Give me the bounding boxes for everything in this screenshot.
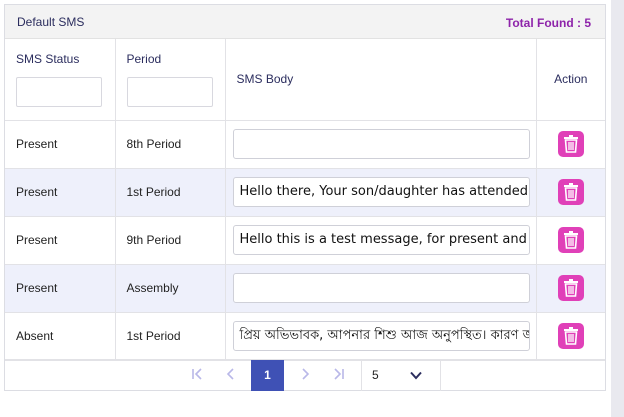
sms-body-input[interactable] bbox=[232, 273, 530, 303]
header-label: SMS Body bbox=[236, 72, 294, 87]
period-cell: 1st Period bbox=[115, 312, 226, 361]
delete-button[interactable] bbox=[557, 131, 584, 157]
status-cell: Present bbox=[5, 216, 116, 265]
last-page-button[interactable] bbox=[323, 360, 355, 391]
next-page-button[interactable] bbox=[289, 360, 321, 391]
chevron-right-icon bbox=[302, 368, 310, 380]
sms-table: SMS Status Period SMS Body Action Presen… bbox=[5, 39, 605, 361]
first-page-icon bbox=[192, 368, 202, 380]
trash-icon bbox=[563, 327, 578, 345]
delete-button[interactable] bbox=[557, 227, 584, 253]
header-period: Period bbox=[115, 39, 226, 121]
page-button-current[interactable]: 1 bbox=[251, 360, 284, 391]
page-size-value: 5 bbox=[372, 368, 379, 382]
scrollbar-track[interactable] bbox=[611, 0, 624, 417]
chevron-down-icon bbox=[410, 371, 422, 380]
pagination: 1 5 bbox=[5, 359, 605, 391]
sms-body-input[interactable]: Hello there, Your son/daughter has atten… bbox=[232, 177, 530, 207]
header-label: Action bbox=[554, 72, 588, 87]
trash-icon bbox=[563, 183, 578, 201]
trash-icon bbox=[563, 279, 578, 297]
delete-button[interactable] bbox=[557, 275, 584, 301]
table-row: Present 8th Period bbox=[5, 120, 605, 169]
first-page-button[interactable] bbox=[181, 360, 213, 391]
default-sms-panel: Default SMS Total Found : 5 SMS Status P… bbox=[4, 4, 606, 391]
trash-icon bbox=[563, 231, 578, 249]
table-header-row: SMS Status Period SMS Body Action bbox=[5, 39, 605, 121]
period-cell: 8th Period bbox=[115, 120, 226, 169]
panel-header: Default SMS Total Found : 5 bbox=[5, 5, 605, 39]
previous-page-button[interactable] bbox=[215, 360, 247, 391]
period-filter-input[interactable] bbox=[126, 76, 213, 107]
sms-body-input[interactable]: প্রিয় অভিভাবক, আপনার শিশু আজ অনুপস্থিত।… bbox=[232, 321, 530, 351]
period-cell: 1st Period bbox=[115, 168, 226, 217]
header-sms-status: SMS Status bbox=[5, 39, 116, 121]
status-cell: Absent bbox=[5, 312, 116, 361]
header-label: Period bbox=[126, 51, 162, 66]
period-cell: 9th Period bbox=[115, 216, 226, 265]
panel-title: Default SMS bbox=[17, 15, 85, 29]
delete-button[interactable] bbox=[557, 323, 584, 349]
header-action: Action bbox=[536, 39, 605, 121]
sms-body-input[interactable]: Hello this is a test message, for presen… bbox=[232, 225, 530, 255]
table-row: Present 1st Period Hello there, Your son… bbox=[5, 168, 605, 217]
delete-button[interactable] bbox=[557, 179, 584, 205]
table-row: Present 9th Period Hello this is a test … bbox=[5, 216, 605, 265]
last-page-icon bbox=[334, 368, 344, 380]
header-label: SMS Status bbox=[16, 51, 80, 66]
period-cell: Assembly bbox=[115, 264, 226, 313]
sms-body-input[interactable] bbox=[232, 129, 530, 159]
page-size-select[interactable]: 5 bbox=[361, 360, 441, 391]
table-row: Present Assembly bbox=[5, 264, 605, 313]
sms-status-filter-input[interactable] bbox=[16, 76, 102, 107]
status-cell: Present bbox=[5, 264, 116, 313]
status-cell: Present bbox=[5, 168, 116, 217]
chevron-left-icon bbox=[226, 368, 234, 380]
trash-icon bbox=[563, 135, 578, 153]
status-cell: Present bbox=[5, 120, 116, 169]
total-found-count: Total Found : 5 bbox=[505, 16, 591, 30]
header-sms-body: SMS Body bbox=[225, 39, 537, 121]
table-row: Absent 1st Period প্রিয় অভিভাবক, আপনার … bbox=[5, 312, 605, 361]
